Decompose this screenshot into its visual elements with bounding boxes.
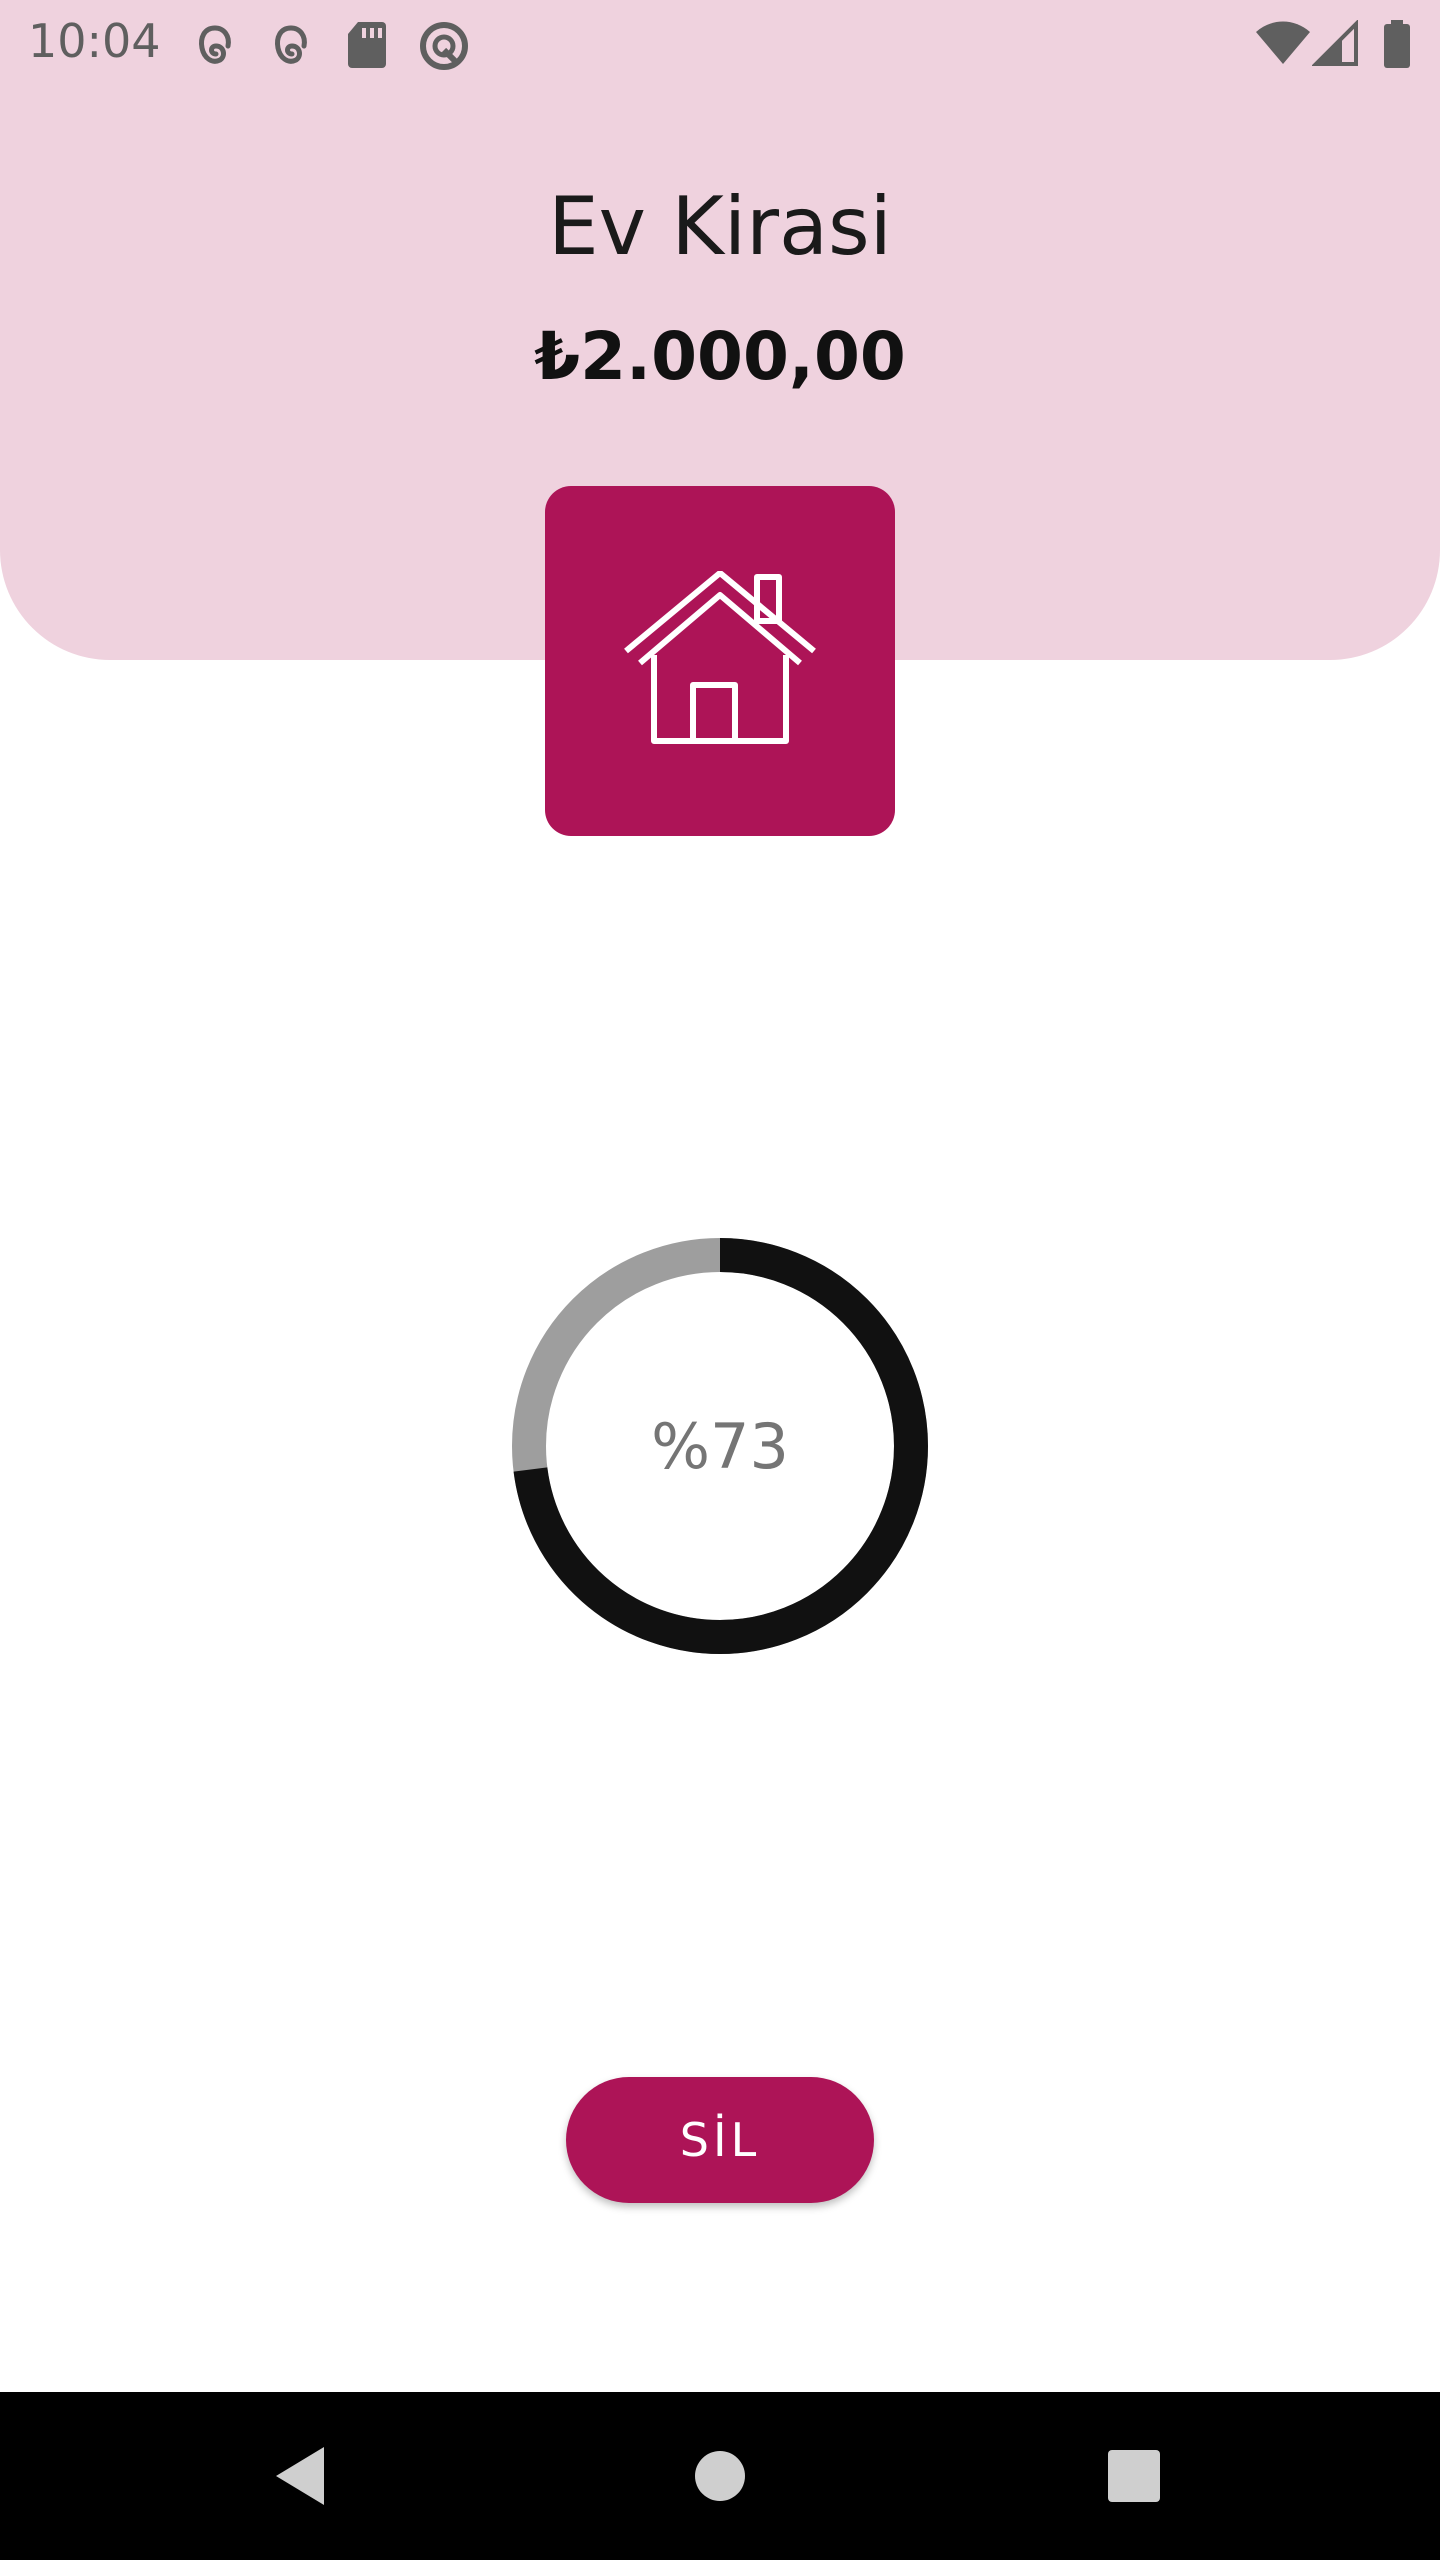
expense-title: Ev Kirasi xyxy=(548,180,892,273)
signal-icon xyxy=(1312,20,1358,66)
thread-icon xyxy=(275,25,307,64)
home-icon xyxy=(695,2451,745,2501)
back-button[interactable] xyxy=(240,2392,360,2560)
thread-icon xyxy=(199,25,231,64)
no-sync-icon xyxy=(420,22,468,70)
category-icon-card xyxy=(545,486,895,836)
expense-amount: ₺2.000,00 xyxy=(534,318,906,395)
progress-label: %73 xyxy=(651,1409,789,1483)
recents-button[interactable] xyxy=(1074,2392,1194,2560)
battery-icon xyxy=(1384,20,1410,68)
status-bar: 10:04 xyxy=(0,0,1440,84)
navigation-bar xyxy=(0,2392,1440,2560)
recents-icon xyxy=(1108,2450,1160,2502)
home-button[interactable] xyxy=(660,2392,780,2560)
sd-card-icon xyxy=(348,22,386,68)
status-time: 10:04 xyxy=(28,14,161,68)
back-icon xyxy=(276,2447,324,2505)
house-icon xyxy=(624,571,816,744)
delete-button[interactable]: SİL xyxy=(566,2077,874,2203)
wifi-icon xyxy=(1256,21,1310,64)
progress-ring: %73 xyxy=(510,1236,930,1656)
